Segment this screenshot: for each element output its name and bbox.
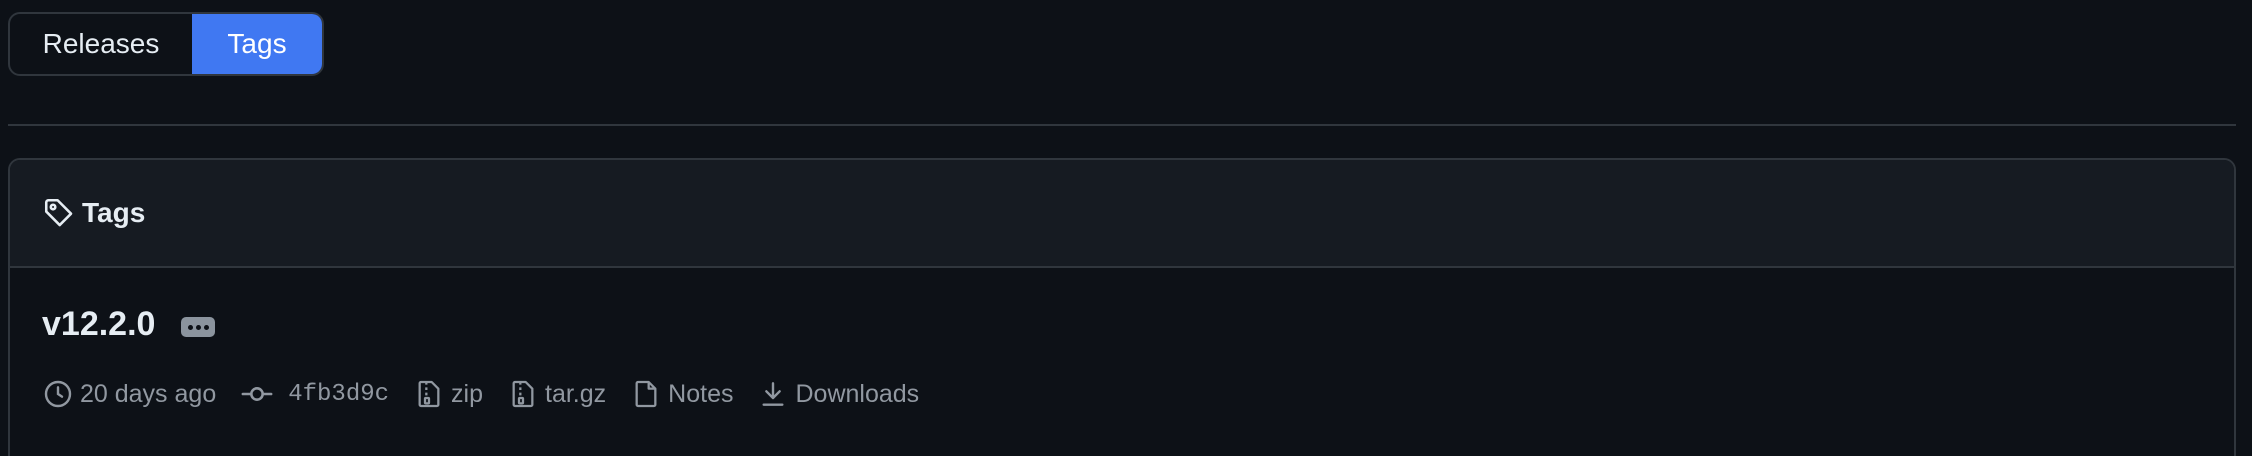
commit-hash: 4fb3d9c [288,380,390,408]
git-commit-icon [241,387,273,401]
tags-box: Tags v12.2.0 20 days ago 4fb3d9c zip tar… [8,158,2236,456]
file-zip-icon [512,380,534,408]
file-icon [635,380,657,408]
tag-icon [44,198,73,227]
tag-row: v12.2.0 20 days ago 4fb3d9c zip tar.gz N… [10,302,2234,412]
tags-box-title: Tags [82,197,146,228]
page: Releases Tags Tags v12.2.0 20 days ago 4… [0,0,2252,456]
downloads-link[interactable]: Downloads [757,378,919,410]
notes-label: Notes [668,379,734,408]
downloads-label: Downloads [795,379,920,408]
clock-icon [44,380,72,408]
notes-link[interactable]: Notes [630,378,733,410]
dot-icon [203,324,209,330]
releases-tags-toggle: Releases Tags [8,12,324,76]
zip-download-link[interactable]: zip [413,378,483,410]
download-icon [762,382,785,406]
tag-time-text: 20 days ago [80,379,217,408]
expand-details-button[interactable] [181,317,216,337]
commit-link[interactable]: 4fb3d9c [240,377,389,411]
tag-meta: 20 days ago 4fb3d9c zip tar.gz Notes Dow… [42,376,2234,412]
tag-name-link[interactable]: v12.2.0 [42,305,155,344]
targz-download-link[interactable]: tar.gz [507,378,606,410]
targz-label: tar.gz [545,379,607,408]
tags-box-header: Tags [10,160,2234,268]
dot-icon [187,324,193,330]
tag-time: 20 days ago [42,378,216,410]
dot-icon [195,324,201,330]
file-zip-icon [418,380,440,408]
releases-tab[interactable]: Releases [10,14,192,74]
zip-label: zip [451,379,484,408]
divider [8,124,2236,126]
tags-tab[interactable]: Tags [192,14,322,74]
